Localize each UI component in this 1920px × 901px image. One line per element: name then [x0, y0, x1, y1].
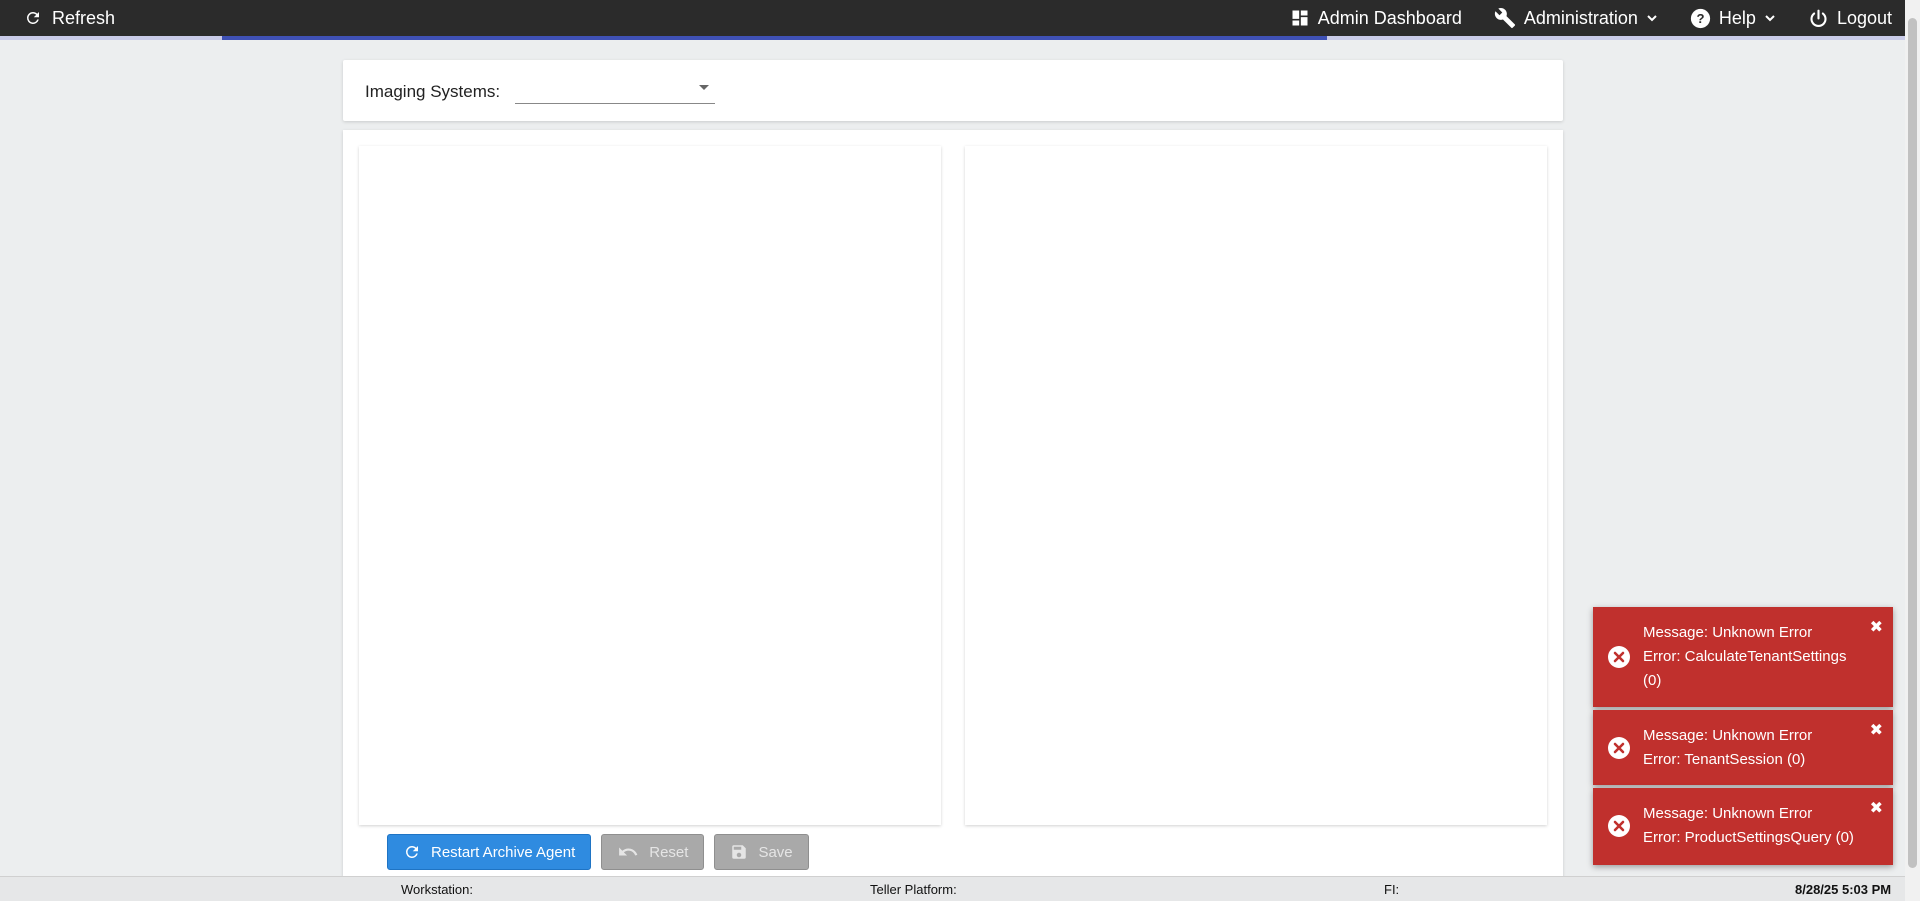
error-circle-icon: [1608, 737, 1630, 759]
toast-error-line: Error: CalculateTenantSettings (0): [1643, 648, 1847, 689]
nav-logout[interactable]: Logout: [1808, 8, 1892, 29]
nav-help-menu[interactable]: ? Help: [1690, 8, 1776, 29]
toast-error-line: Error: ProductSettingsQuery (0): [1643, 829, 1854, 846]
main-content-card: Restart Archive Agent Reset Save: [343, 130, 1563, 901]
status-datetime: 8/28/25 5:03 PM: [1795, 882, 1892, 897]
dashboard-icon: [1292, 10, 1308, 26]
close-icon[interactable]: ✖: [1870, 619, 1883, 637]
chevron-down-icon: [1765, 15, 1775, 22]
restart-archive-agent-button[interactable]: Restart Archive Agent: [387, 834, 592, 870]
imaging-systems-filter-card: Imaging Systems:: [343, 60, 1563, 121]
top-navigation-bar: Refresh Admin Dashboard Administration ?…: [0, 0, 1920, 36]
svg-text:?: ?: [1696, 10, 1704, 25]
loading-progress-bar: [0, 36, 1905, 40]
close-icon[interactable]: ✖: [1870, 800, 1883, 818]
power-icon: [1810, 9, 1827, 27]
nav-admin-dashboard[interactable]: Admin Dashboard: [1290, 8, 1462, 29]
refresh-icon: [26, 11, 39, 24]
undo-icon: [619, 847, 638, 856]
toast-message: Message: Unknown Error Error: ProductSet…: [1643, 802, 1868, 850]
dropdown-arrow-icon: [699, 85, 709, 90]
error-circle-icon: [1608, 646, 1630, 668]
chevron-down-icon: [1647, 15, 1657, 22]
nav-administration-menu[interactable]: Administration: [1494, 7, 1658, 29]
action-buttons: Restart Archive Agent Reset Save: [387, 834, 809, 870]
nav-admin-dashboard-label: Admin Dashboard: [1317, 7, 1462, 28]
error-toast: Message: Unknown Error Error: CalculateT…: [1593, 607, 1893, 707]
status-teller-platform: Teller Platform:: [870, 882, 957, 897]
nav-help-label: Help: [1718, 7, 1756, 28]
status-workstation: Workstation:: [401, 882, 474, 897]
help-circle-icon: ?: [1690, 8, 1711, 28]
wrench-icon: [1494, 8, 1515, 29]
imaging-systems-select[interactable]: [515, 78, 715, 104]
loading-progress-fill: [222, 36, 1327, 40]
refresh-icon: [405, 846, 418, 858]
right-panel: [965, 146, 1547, 825]
error-circle-icon: [1608, 815, 1630, 837]
restart-archive-agent-label: Restart Archive Agent: [431, 843, 576, 861]
save-label: Save: [758, 843, 793, 861]
close-icon[interactable]: ✖: [1870, 722, 1883, 740]
status-bar: Workstation: Teller Platform: FI: 8/28/2…: [0, 876, 1905, 901]
vertical-scrollbar[interactable]: [1905, 0, 1920, 901]
toast-message-line: Message: Unknown Error: [1643, 805, 1813, 822]
save-button[interactable]: Save: [714, 834, 809, 870]
status-fi: FI:: [1384, 882, 1400, 897]
scrollbar-thumb[interactable]: [1908, 18, 1917, 868]
reset-label: Reset: [649, 843, 689, 861]
toast-message: Message: Unknown Error Error: TenantSess…: [1643, 724, 1868, 772]
error-toast: Message: Unknown Error Error: TenantSess…: [1593, 710, 1893, 785]
imaging-systems-label: Imaging Systems:: [365, 82, 501, 101]
toast-error-line: Error: TenantSession (0): [1643, 751, 1806, 768]
toast-message-line: Message: Unknown Error: [1643, 727, 1813, 744]
refresh-button[interactable]: Refresh: [24, 0, 115, 36]
refresh-label: Refresh: [52, 7, 116, 28]
error-toast: Message: Unknown Error Error: ProductSet…: [1593, 788, 1893, 865]
toast-message-line: Message: Unknown Error: [1643, 624, 1813, 641]
left-panel: [359, 146, 941, 825]
toast-message: Message: Unknown Error Error: CalculateT…: [1643, 621, 1868, 693]
reset-button[interactable]: Reset: [601, 834, 705, 870]
floppy-disk-icon: [732, 845, 747, 859]
nav-administration-label: Administration: [1523, 7, 1638, 28]
top-nav-menu: Admin Dashboard Administration ? Help Lo…: [1290, 0, 1892, 36]
nav-logout-label: Logout: [1836, 7, 1892, 28]
